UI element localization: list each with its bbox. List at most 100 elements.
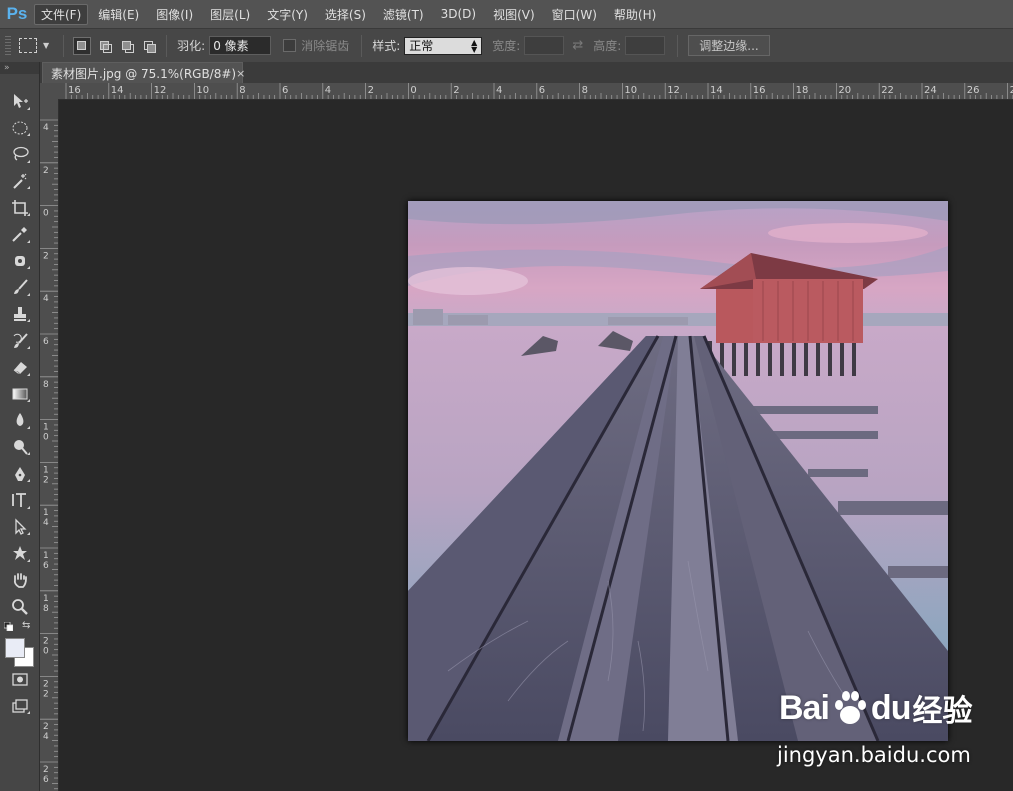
gradient-icon[interactable] [0,381,39,408]
close-icon[interactable]: × [236,67,245,80]
menu-select[interactable]: 选择(S) [318,4,373,25]
ruler-label: 6 [282,85,288,96]
document-tab-title: 素材图片.jpg @ 75.1%(RGB/8#) [51,66,237,81]
pen-icon[interactable] [0,460,39,487]
document-tab-bar: 素材图片.jpg @ 75.1%(RGB/8#) × [40,62,1013,83]
eyedropper-icon[interactable] [0,221,39,248]
hand-icon[interactable] [0,567,39,594]
menu-3d[interactable]: 3D(D) [434,5,483,23]
divider [361,34,363,57]
elliptical-marquee-icon[interactable] [0,115,39,142]
screen-mode-icon[interactable] [0,692,39,719]
ruler-label: 1 [43,423,49,433]
select-arrows-icon: ▲ ▼ [471,37,478,54]
panel-collapse-icon[interactable]: » [0,62,39,74]
ruler-label: 22 [881,85,894,96]
spot-healing-icon[interactable] [0,248,39,275]
document-tab[interactable]: 素材图片.jpg @ 75.1%(RGB/8#) × [42,62,245,83]
menu-window[interactable]: 窗口(W) [545,4,604,25]
watermark-url: jingyan.baidu.com [777,743,971,767]
ruler-label: 4 [43,732,49,742]
divider [166,34,168,57]
zoom-icon[interactable] [0,593,39,620]
ruler-label: 2 [453,85,459,96]
intersect-selection-button[interactable] [141,38,157,54]
ruler-label: 0 [43,209,49,219]
options-grip[interactable] [5,35,11,56]
ruler-label: 16 [68,85,81,96]
lasso-icon[interactable] [0,141,39,168]
ruler-origin[interactable] [40,83,59,100]
chevron-down-icon[interactable]: ▼ [43,41,49,50]
clone-stamp-icon[interactable] [0,301,39,328]
horizontal-ruler[interactable]: 1614121086420246810121416182022242628 [58,83,1013,100]
feather-input[interactable] [209,36,272,55]
ruler-label: 12 [154,85,167,96]
marquee-preset-icon[interactable] [19,38,37,53]
feather-label: 羽化: [177,39,206,53]
ruler-label: 6 [43,775,49,785]
ruler-label: 28 [1010,85,1013,96]
menu-help[interactable]: 帮助(H) [607,4,663,25]
menu-image[interactable]: 图像(I) [149,4,200,25]
ruler-label: 6 [43,337,49,347]
menu-file[interactable]: 文件(F) [34,3,89,25]
ruler-label: 14 [111,85,124,96]
ruler-label: 4 [496,85,502,96]
ruler-label: 6 [43,561,49,571]
default-colors-icon[interactable] [4,621,13,631]
new-selection-button[interactable] [73,36,92,55]
ruler-label: 18 [796,85,809,96]
style-select[interactable]: 正常 ▲ ▼ [404,36,483,55]
ruler-label: 16 [753,85,766,96]
path-selection-icon[interactable] [0,514,39,541]
menu-edit[interactable]: 编辑(E) [91,4,146,25]
antialias-checkbox[interactable] [283,39,297,52]
ruler-label: 10 [624,85,637,96]
ruler-label: 20 [838,85,851,96]
ruler-label: 8 [239,85,245,96]
ruler-label: 0 [43,433,49,443]
type-icon[interactable] [0,487,39,514]
dodge-icon[interactable] [0,434,39,461]
width-input[interactable] [524,36,565,55]
menu-bar: Ps 文件(F) 编辑(E) 图像(I) 图层(L) 文字(Y) 选择(S) 滤… [0,0,1013,29]
menu-layer[interactable]: 图层(L) [203,4,257,25]
menu-type[interactable]: 文字(Y) [260,4,315,25]
ruler-label: 2 [43,722,49,732]
pier-photo [408,201,948,741]
ruler-label: 14 [710,85,723,96]
custom-shape-icon[interactable] [0,540,39,567]
watermark-du-text: du [870,688,912,727]
ruler-label: 24 [924,85,937,96]
ruler-label: 8 [43,604,49,614]
ruler-label: 4 [43,123,49,133]
ruler-label: 2 [43,166,49,176]
brush-icon[interactable] [0,274,39,301]
divider [677,34,679,57]
vertical-ruler[interactable]: 4202468101214161820222426 [40,99,59,791]
ruler-label: 1 [43,508,49,518]
document-image[interactable] [408,201,948,741]
swap-icon[interactable]: ⇄ [572,38,583,53]
foreground-color-swatch[interactable] [5,637,25,658]
eraser-icon[interactable] [0,354,39,381]
menu-view[interactable]: 视图(V) [486,4,542,25]
ruler-label: 2 [43,679,49,689]
refine-edge-button[interactable]: 调整边缘... [688,35,770,56]
height-label: 高度: [593,39,622,53]
menu-filter[interactable]: 滤镜(T) [376,4,431,25]
ruler-label: 8 [43,380,49,390]
tools-panel: » ⇆ [0,62,40,791]
height-input[interactable] [625,36,666,55]
magic-wand-icon[interactable] [0,168,39,195]
crop-icon[interactable] [0,194,39,221]
history-brush-icon[interactable] [0,327,39,354]
blur-icon[interactable] [0,407,39,434]
add-to-selection-button[interactable] [97,38,113,54]
move-tool-icon[interactable] [0,88,39,115]
subtract-from-selection-button[interactable] [119,38,135,54]
ruler-label: 0 [410,85,416,96]
quick-mask-icon[interactable] [0,666,39,693]
swap-colors-icon[interactable]: ⇆ [22,620,30,631]
